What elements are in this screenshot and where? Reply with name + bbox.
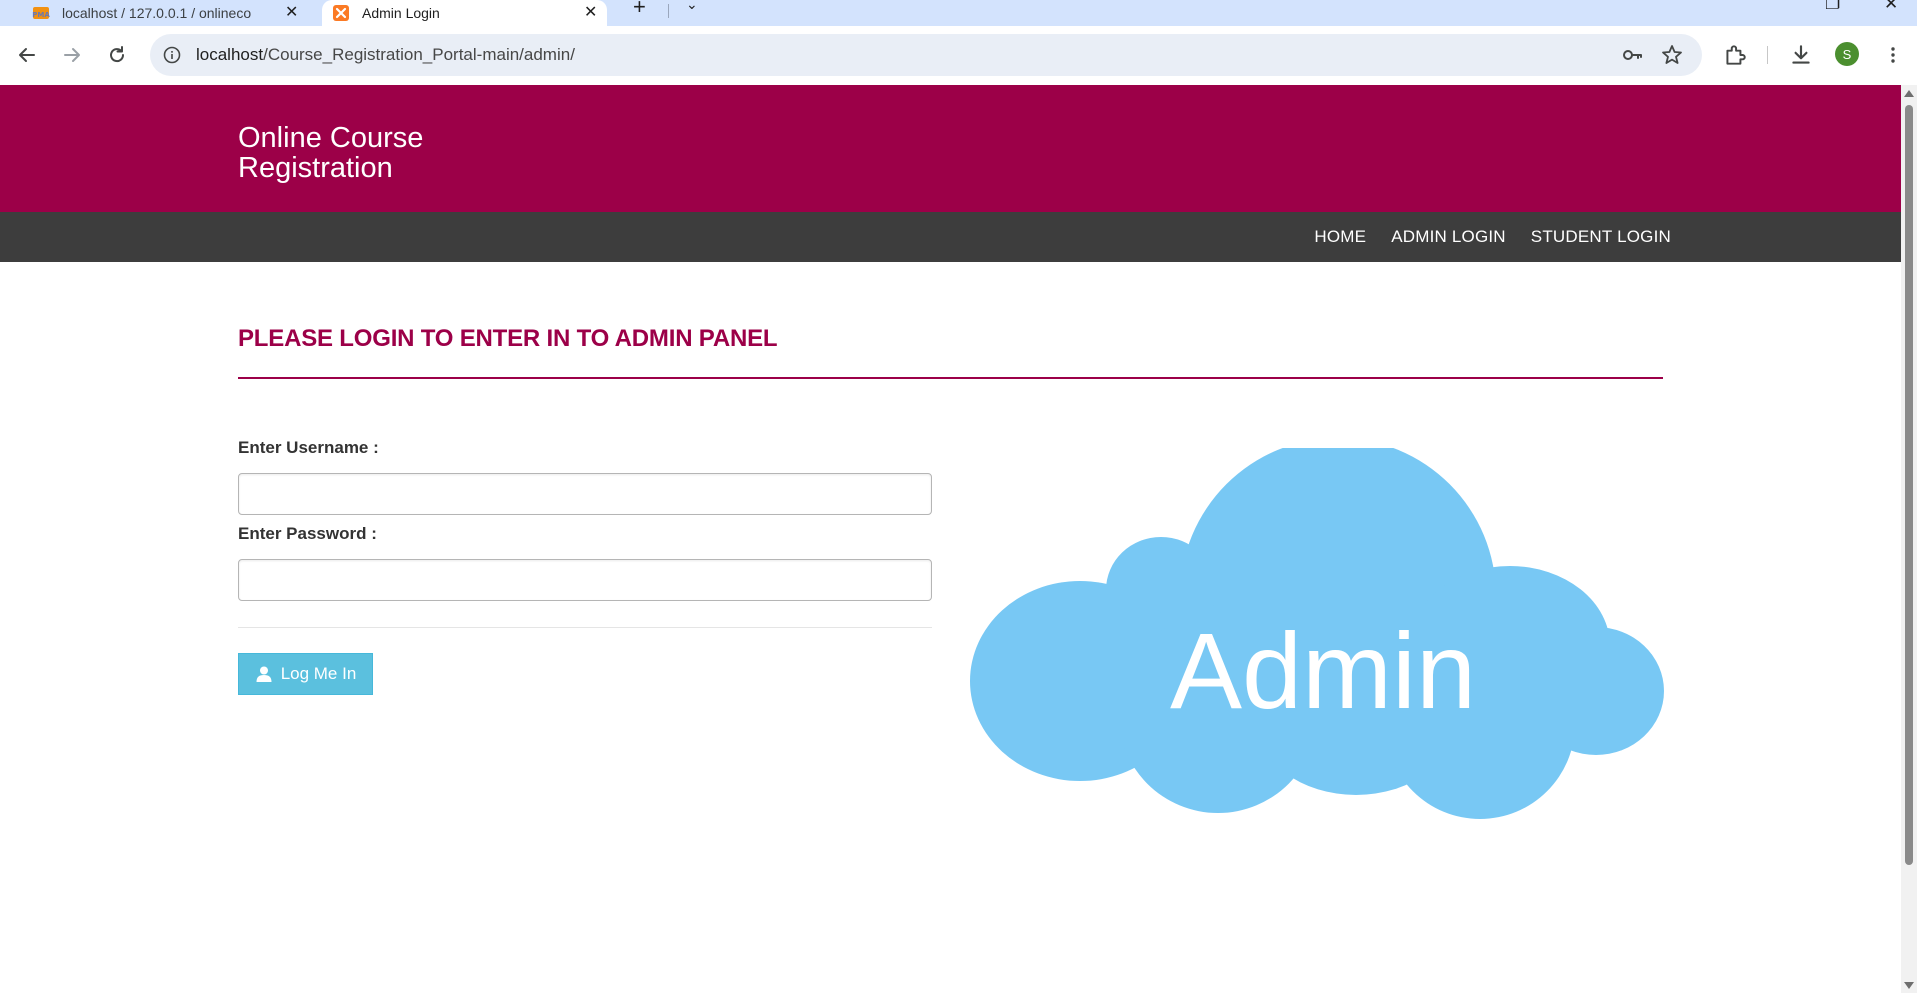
url-host: localhost (196, 45, 264, 64)
tab-admin-login[interactable]: Admin Login ✕ (322, 0, 607, 26)
address-bar[interactable]: localhost/Course_Registration_Portal-mai… (150, 34, 1702, 76)
nav-admin-login-link[interactable]: ADMIN LOGIN (1391, 227, 1506, 247)
site-navbar: HOME ADMIN LOGIN STUDENT LOGIN (0, 212, 1901, 262)
scroll-down-arrow-icon[interactable] (1904, 982, 1914, 989)
tab-strip: PMA localhost / 127.0.0.1 / onlineco ✕ A… (0, 0, 1917, 26)
new-tab-icon[interactable]: + (633, 0, 646, 20)
site-info-icon[interactable] (162, 45, 182, 65)
nav-home-link[interactable]: HOME (1314, 227, 1366, 247)
page-title: PLEASE LOGIN TO ENTER IN TO ADMIN PANEL (238, 325, 778, 352)
username-label: Enter Username : (238, 438, 379, 457)
tab-phpmyadmin[interactable]: PMA localhost / 127.0.0.1 / onlineco ✕ (32, 0, 312, 26)
scroll-up-arrow-icon[interactable] (1904, 90, 1914, 97)
url-text[interactable]: localhost/Course_Registration_Portal-mai… (196, 45, 575, 65)
page-scrollbar[interactable] (1901, 85, 1917, 993)
admin-cloud-image: Admin (970, 448, 1664, 819)
profile-avatar[interactable]: S (1835, 42, 1859, 66)
extensions-icon[interactable] (1722, 42, 1748, 68)
tab-title: Admin Login (362, 5, 440, 21)
password-key-icon[interactable] (1620, 43, 1644, 67)
form-divider (238, 627, 932, 628)
nav-student-login-link[interactable]: STUDENT LOGIN (1531, 227, 1671, 247)
nav-links: HOME ADMIN LOGIN STUDENT LOGIN (1289, 212, 1671, 262)
url-path: /Course_Registration_Portal-main/admin/ (263, 45, 575, 64)
heading-divider (238, 377, 1663, 379)
site-brand[interactable]: Online Course Registration (238, 123, 478, 183)
login-button-label: Log Me In (280, 664, 357, 683)
bookmark-star-icon[interactable] (1660, 43, 1684, 67)
back-icon[interactable] (12, 40, 42, 70)
tab-divider (668, 4, 669, 18)
browser-menu-icon[interactable] (1878, 40, 1908, 70)
page-viewport: Online Course Registration HOME ADMIN LO… (0, 85, 1901, 993)
reload-icon[interactable] (102, 40, 132, 70)
close-window-icon[interactable]: ✕ (1884, 0, 1898, 14)
password-input[interactable] (238, 559, 932, 601)
svg-text:PMA: PMA (32, 11, 50, 19)
browser-toolbar: localhost/Course_Registration_Portal-mai… (0, 26, 1917, 85)
tab-close-icon[interactable]: ✕ (285, 2, 298, 22)
tab-close-icon[interactable]: ✕ (584, 2, 597, 22)
login-button[interactable]: Log Me In (238, 653, 373, 695)
forward-icon[interactable] (57, 40, 87, 70)
user-icon (256, 666, 272, 682)
tab-title: localhost / 127.0.0.1 / onlineco (62, 5, 252, 21)
scroll-thumb[interactable] (1905, 105, 1913, 865)
xampp-icon (333, 5, 349, 21)
password-label: Enter Password : (238, 524, 377, 543)
username-input[interactable] (238, 473, 932, 515)
restore-window-icon[interactable]: ❐ (1825, 0, 1840, 14)
site-header: Online Course Registration (0, 85, 1901, 212)
phpmyadmin-icon: PMA (32, 7, 50, 19)
toolbar-divider (1767, 46, 1768, 64)
tab-search-chevron-icon[interactable]: ⌄ (686, 0, 698, 13)
cloud-text: Admin (1170, 610, 1476, 731)
downloads-icon[interactable] (1788, 42, 1814, 68)
